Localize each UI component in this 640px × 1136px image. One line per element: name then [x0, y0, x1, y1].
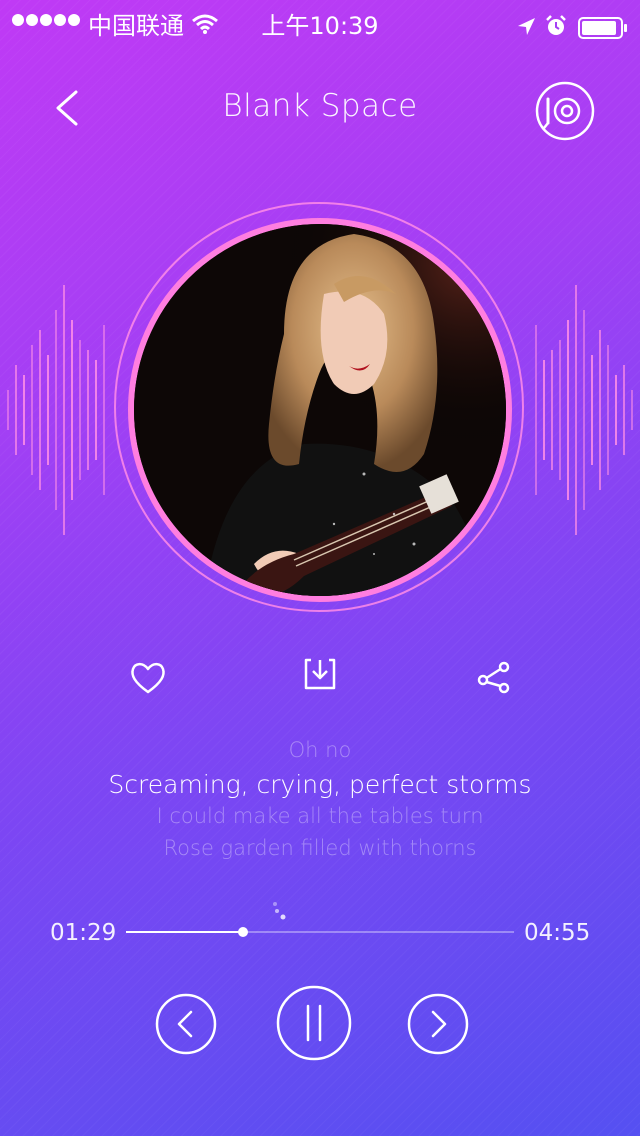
buffering-indicator-icon: [273, 902, 286, 920]
lyric-next-line: I could make all the tables turn: [156, 804, 484, 828]
lyric-next-line: Rose garden filled with thorns: [163, 836, 477, 860]
progress-handle[interactable]: [237, 927, 248, 937]
battery-icon: [578, 17, 627, 39]
total-duration: 04:55: [524, 920, 591, 946]
sound-wave-right: [535, 285, 633, 535]
album-cover-image: [128, 218, 512, 602]
status-bar: 中国联通 上午10:39: [0, 0, 640, 40]
vinyl-record-button[interactable]: [534, 80, 596, 142]
download-icon[interactable]: [300, 654, 340, 694]
heart-icon[interactable]: [128, 658, 168, 698]
next-track-button[interactable]: [406, 992, 470, 1056]
progress-fill: [126, 931, 243, 933]
back-button[interactable]: [46, 84, 90, 132]
alarm-clock-icon: [546, 15, 566, 35]
progress-slider[interactable]: [126, 927, 514, 937]
lyric-current-line: Screaming, crying, perfect storms: [108, 770, 532, 799]
pause-button[interactable]: [275, 984, 353, 1062]
status-time: 上午10:39: [261, 12, 379, 40]
location-arrow-icon: [518, 18, 535, 35]
previous-track-button[interactable]: [154, 992, 218, 1056]
song-title: Blank Space: [222, 88, 418, 124]
lyric-previous-line: Oh no: [288, 738, 352, 762]
share-icon[interactable]: [474, 658, 514, 698]
sound-wave-left: [7, 285, 105, 535]
elapsed-time: 01:29: [50, 920, 117, 946]
music-player-screen: 中国联通 上午10:39 Blank Space Oh no Screaming…: [0, 0, 640, 1136]
